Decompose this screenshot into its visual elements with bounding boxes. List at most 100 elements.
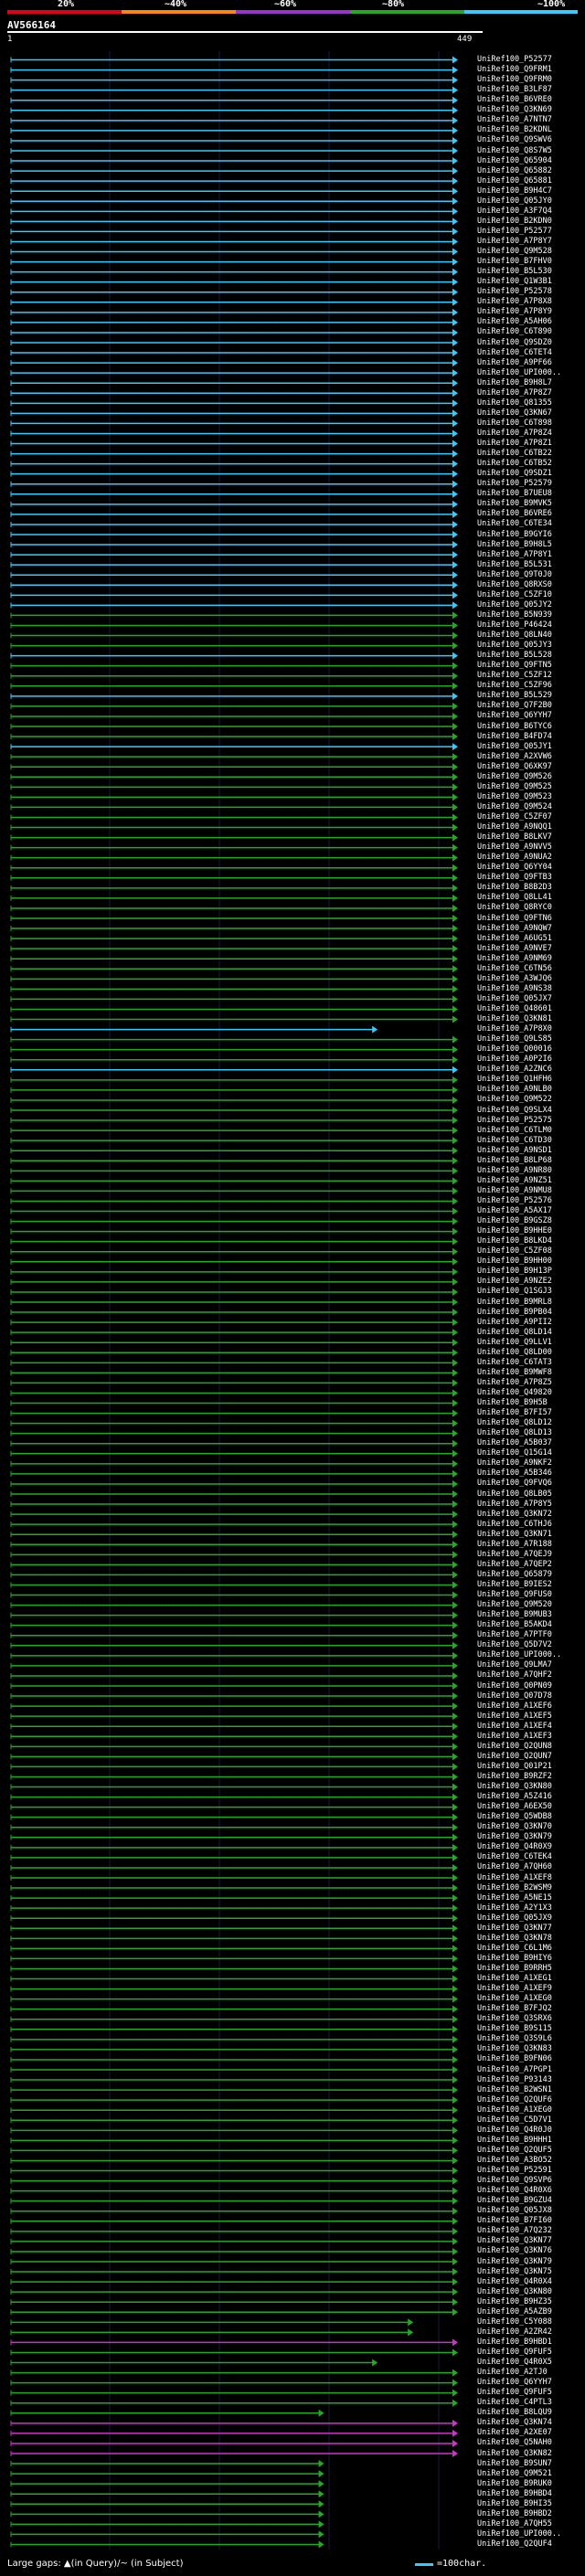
hit-id-link[interactable]: UniRef100_B9HHH1 — [477, 2136, 552, 2145]
hit-id-link[interactable]: UniRef100_A2ZNC6 — [477, 1065, 552, 1074]
hit-id-link[interactable]: UniRef100_P52575 — [477, 1116, 552, 1125]
hit-id-link[interactable]: UniRef100_Q9SVP6 — [477, 2177, 552, 2185]
hit-id-link[interactable]: UniRef100_A3WJQ6 — [477, 974, 552, 983]
hit-id-link[interactable]: UniRef100_Q9FUF5 — [477, 2389, 552, 2397]
hit-id-link[interactable]: UniRef100_Q3KN77 — [477, 2237, 552, 2245]
hit-id-link[interactable]: UniRef100_Q0PN09 — [477, 1681, 552, 1691]
hit-id-link[interactable]: UniRef100_Q6YYH7 — [477, 712, 552, 720]
hit-id-link[interactable]: UniRef100_Q3KN83 — [477, 2045, 552, 2053]
hit-id-link[interactable]: UniRef100_Q65882 — [477, 166, 552, 175]
hit-id-link[interactable]: UniRef100_Q3SRX6 — [477, 2015, 552, 2023]
hit-id-link[interactable]: UniRef100_C6TN56 — [477, 964, 552, 973]
hit-id-link[interactable]: UniRef100_Q9SDZ1 — [477, 470, 552, 478]
hit-id-link[interactable]: UniRef100_B9H13P — [477, 1267, 552, 1276]
hit-id-link[interactable]: UniRef100_C6TLM0 — [477, 1126, 552, 1135]
hit-id-link[interactable]: UniRef100_C6THJ6 — [477, 1520, 552, 1529]
hit-id-link[interactable]: UniRef100_A7PTF0 — [477, 1631, 552, 1639]
hit-id-link[interactable]: UniRef100_B7FJQ2 — [477, 2005, 552, 2013]
hit-id-link[interactable]: UniRef100_Q2QUN7 — [477, 1752, 552, 1761]
hit-id-link[interactable]: UniRef100_A7P8Y1 — [477, 550, 552, 559]
hit-id-link[interactable]: UniRef100_Q07D78 — [477, 1691, 552, 1701]
hit-id-link[interactable]: UniRef100_Q9SDZ0 — [477, 338, 552, 347]
hit-id-link[interactable]: UniRef100_Q2QUF6 — [477, 2095, 552, 2104]
hit-id-link[interactable]: UniRef100_A5AX17 — [477, 1207, 552, 1215]
hit-id-link[interactable]: UniRef100_C6TAT3 — [477, 1358, 552, 1367]
hit-id-link[interactable]: UniRef100_A9PF66 — [477, 358, 552, 367]
hit-id-link[interactable]: UniRef100_Q3KN80 — [477, 2287, 552, 2296]
hit-id-link[interactable]: UniRef100_B5L528 — [477, 652, 552, 660]
hit-id-link[interactable]: UniRef100_A9PII2 — [477, 1318, 552, 1327]
hit-id-link[interactable]: UniRef100_B9HIY6 — [477, 1954, 552, 1963]
hit-id-link[interactable]: UniRef100_P52579 — [477, 480, 552, 488]
hit-id-link[interactable]: UniRef100_Q1SGJ3 — [477, 1288, 552, 1296]
hit-id-link[interactable]: UniRef100_A7P8Z4 — [477, 429, 552, 438]
hit-id-link[interactable]: UniRef100_Q8LB05 — [477, 1489, 552, 1499]
hit-id-link[interactable]: UniRef100_Q3KN76 — [477, 2247, 552, 2255]
hit-id-link[interactable]: UniRef100_Q9T0J0 — [477, 570, 552, 579]
hit-id-link[interactable]: UniRef100_A7P8Y9 — [477, 308, 552, 316]
hit-id-link[interactable]: UniRef100_Q15G14 — [477, 1449, 552, 1458]
hit-id-link[interactable]: UniRef100_B9RZF2 — [477, 1772, 552, 1781]
hit-id-link[interactable]: UniRef100_B7FI57 — [477, 1409, 552, 1417]
hit-id-link[interactable]: UniRef100_A7PGP1 — [477, 2065, 552, 2074]
hit-id-link[interactable]: UniRef100_A6UG51 — [477, 934, 552, 943]
hit-id-link[interactable]: UniRef100_B9HBD4 — [477, 2489, 552, 2498]
hit-id-link[interactable]: UniRef100_B9HBD1 — [477, 2337, 552, 2347]
hit-id-link[interactable]: UniRef100_C6L1M6 — [477, 1944, 552, 1953]
hit-id-link[interactable]: UniRef100_A1XEF5 — [477, 1712, 552, 1721]
hit-id-link[interactable]: UniRef100_Q05JY1 — [477, 742, 552, 751]
hit-id-link[interactable]: UniRef100_Q81355 — [477, 398, 552, 408]
hit-id-link[interactable]: UniRef100_A9NZ51 — [477, 1176, 552, 1185]
hit-id-link[interactable]: UniRef100_Q9M523 — [477, 792, 552, 801]
hit-id-link[interactable]: UniRef100_B9RRH5 — [477, 1964, 552, 1973]
hit-id-link[interactable]: UniRef100_Q9LLV1 — [477, 1338, 552, 1347]
hit-id-link[interactable]: UniRef100_B6VRE6 — [477, 510, 552, 518]
hit-id-link[interactable]: UniRef100_B8LP68 — [477, 1156, 552, 1165]
hit-id-link[interactable]: UniRef100_Q4R0X6 — [477, 2187, 552, 2195]
hit-id-link[interactable]: UniRef100_A1XEF9 — [477, 1985, 552, 1993]
hit-id-link[interactable]: UniRef100_P46424 — [477, 620, 552, 630]
hit-id-link[interactable]: UniRef100_B2KDN0 — [477, 217, 552, 226]
hit-id-link[interactable]: UniRef100_B9PB04 — [477, 1308, 552, 1317]
hit-id-link[interactable]: UniRef100_C5Y088 — [477, 2317, 552, 2327]
hit-id-link[interactable]: UniRef100_B9RUK0 — [477, 2479, 552, 2488]
hit-id-link[interactable]: UniRef100_A9NM69 — [477, 954, 552, 963]
hit-id-link[interactable]: UniRef100_A7Q232 — [477, 2227, 552, 2235]
hit-id-link[interactable]: UniRef100_C6TE34 — [477, 520, 552, 528]
hit-id-link[interactable]: UniRef100_Q65904 — [477, 156, 552, 165]
hit-id-link[interactable]: UniRef100_Q8RYC0 — [477, 904, 552, 912]
hit-id-link[interactable]: UniRef100_B5AKD4 — [477, 1621, 552, 1629]
hit-id-link[interactable]: UniRef100_B9HZ35 — [477, 2297, 552, 2306]
hit-id-link[interactable]: UniRef100_A7P8Y5 — [477, 1500, 552, 1509]
hit-id-link[interactable]: UniRef100_B2WSM9 — [477, 1883, 552, 1892]
hit-id-link[interactable]: UniRef100_Q3KN75 — [477, 2267, 552, 2276]
hit-id-link[interactable]: UniRef100_Q3KN78 — [477, 1934, 552, 1943]
hit-id-link[interactable]: UniRef100_B9HH00 — [477, 1257, 552, 1266]
hit-id-link[interactable]: UniRef100_A7P8X8 — [477, 298, 552, 306]
hit-id-link[interactable]: UniRef100_Q65879 — [477, 1570, 552, 1579]
hit-id-link[interactable]: UniRef100_B9GSZ8 — [477, 1217, 552, 1225]
hit-id-link[interactable]: UniRef100_Q1HFH6 — [477, 1076, 552, 1084]
hit-id-link[interactable]: UniRef100_B7FHV0 — [477, 258, 552, 266]
hit-id-link[interactable]: UniRef100_B9HHE0 — [477, 1227, 552, 1235]
hit-id-link[interactable]: UniRef100_Q3KN80 — [477, 1783, 552, 1791]
hit-id-link[interactable]: UniRef100_A5Z416 — [477, 1793, 552, 1801]
hit-id-link[interactable]: UniRef100_A9NQW7 — [477, 924, 552, 933]
hit-id-link[interactable]: UniRef100_C6TEK4 — [477, 1853, 552, 1861]
hit-id-link[interactable]: UniRef100_B7FI60 — [477, 2217, 552, 2225]
hit-id-link[interactable]: UniRef100_Q9M526 — [477, 772, 552, 781]
hit-id-link[interactable]: UniRef100_B9H8L7 — [477, 378, 552, 387]
hit-id-link[interactable]: UniRef100_P93143 — [477, 2075, 552, 2084]
hit-id-link[interactable]: UniRef100_B5N939 — [477, 610, 552, 620]
hit-id-link[interactable]: UniRef100_Q9SLX4 — [477, 1106, 552, 1115]
hit-id-link[interactable]: UniRef100_B6VRE0 — [477, 96, 552, 104]
hit-id-link[interactable]: UniRef100_A9NUA2 — [477, 853, 552, 862]
hit-id-link[interactable]: UniRef100_Q8LD12 — [477, 1419, 552, 1427]
hit-id-link[interactable]: UniRef100_Q5NAH0 — [477, 2439, 552, 2447]
hit-id-link[interactable]: UniRef100_Q2QUF4 — [477, 2539, 552, 2549]
hit-id-link[interactable]: UniRef100_B8LQU9 — [477, 2409, 552, 2417]
hit-id-link[interactable]: UniRef100_A2Y1X3 — [477, 1903, 552, 1913]
hit-id-link[interactable]: UniRef100_Q4R0X4 — [477, 2277, 552, 2286]
hit-id-link[interactable]: UniRef100_B9GYI6 — [477, 530, 552, 539]
hit-id-link[interactable]: UniRef100_C6TET4 — [477, 348, 552, 357]
